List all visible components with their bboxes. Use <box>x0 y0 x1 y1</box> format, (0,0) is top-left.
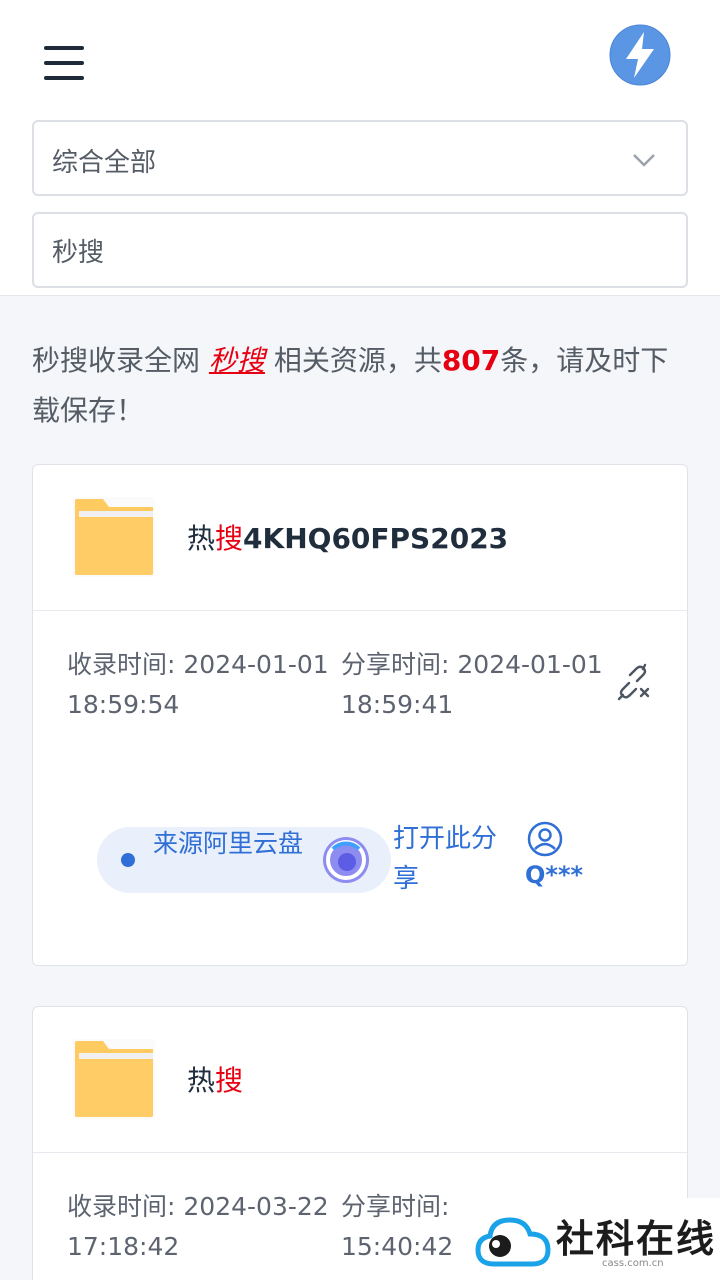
sharer-name: Q*** <box>525 861 584 889</box>
index-time: 收录时间: 2024-03-22 17:18:42 <box>67 1192 329 1261</box>
aliyun-drive-icon <box>323 837 369 883</box>
top-header: 综合全部 <box>0 0 720 296</box>
watermark-text: 社科在线 <box>556 1216 717 1261</box>
user-icon <box>527 821 563 857</box>
watermark-sub: cass.com.cn <box>602 1258 664 1269</box>
result-title[interactable]: 热搜4KHQ60FPS2023 <box>187 517 508 557</box>
folder-icon <box>73 1039 155 1119</box>
index-time: 收录时间: 2024-01-01 18:59:54 <box>67 650 329 719</box>
result-summary: 秒搜收录全网 秒搜 相关资源，共807条，请及时下载保存！ <box>32 344 669 427</box>
share-time: 分享时间: 2024-01-01 18:59:41 <box>341 650 603 719</box>
category-select[interactable]: 综合全部 <box>32 120 688 196</box>
summary-keyword[interactable]: 秒搜 <box>209 344 265 377</box>
result-count: 807 <box>441 344 501 377</box>
source-dot <box>121 853 135 867</box>
source-badge: 来源阿里云盘 <box>97 827 391 893</box>
result-card-header: 热搜4KHQ60FPS2023 <box>33 465 687 611</box>
lightning-logo-icon[interactable] <box>609 24 671 86</box>
watermark: 社科在线 cass.com.cn <box>466 1198 720 1280</box>
open-share-link[interactable]: 打开此分享 <box>393 819 513 899</box>
result-card[interactable]: 热搜4KHQ60FPS2023 收录时间: 2024-01-01 18:59:5… <box>32 464 688 966</box>
category-select-value: 综合全部 <box>52 148 157 178</box>
cloud-logo-icon <box>475 1217 551 1267</box>
result-card-header: 热搜 <box>33 1007 687 1153</box>
source-label: 来源阿里云盘 <box>153 829 304 858</box>
unlink-icon[interactable] <box>615 663 653 701</box>
chevron-down-icon <box>633 154 655 167</box>
search-input[interactable] <box>32 212 688 288</box>
menu-icon[interactable] <box>44 46 84 80</box>
result-title[interactable]: 热搜 <box>187 1059 243 1099</box>
folder-icon <box>73 497 155 577</box>
